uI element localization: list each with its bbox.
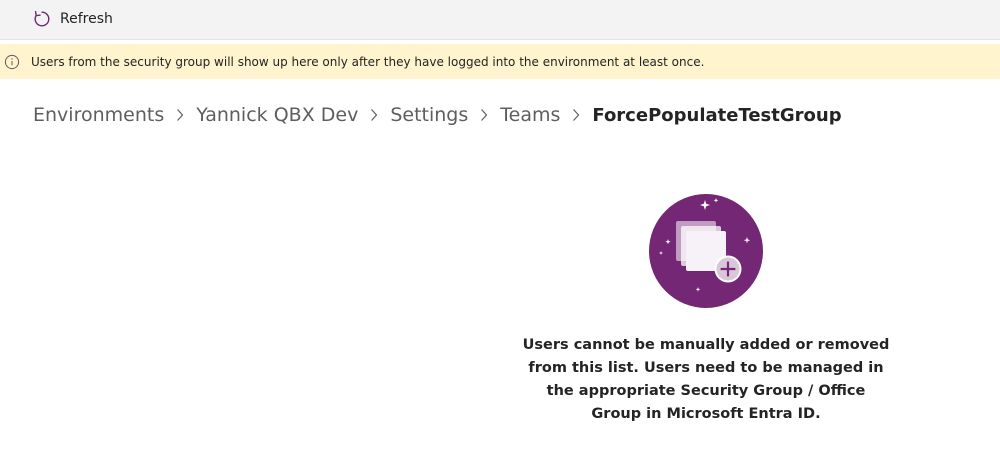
breadcrumb-environment-name[interactable]: Yannick QBX Dev — [196, 104, 358, 126]
info-message-text: Users from the security group will show … — [31, 54, 705, 69]
chevron-right-icon — [468, 101, 500, 129]
info-message-bar: Users from the security group will show … — [0, 44, 1000, 79]
chevron-right-icon — [358, 101, 390, 129]
command-bar: Refresh — [0, 0, 1000, 40]
empty-state-message: Users cannot be manually added or remove… — [522, 337, 890, 422]
add-users-illustration — [649, 194, 763, 308]
breadcrumb: Environments Yannick QBX Dev Settings Te… — [33, 101, 842, 129]
breadcrumb-environments[interactable]: Environments — [33, 104, 164, 126]
breadcrumb-settings[interactable]: Settings — [390, 104, 468, 126]
refresh-icon — [34, 10, 50, 27]
chevron-right-icon — [560, 101, 592, 129]
info-icon — [4, 54, 20, 69]
breadcrumb-teams[interactable]: Teams — [500, 104, 560, 126]
refresh-label: Refresh — [60, 11, 113, 27]
breadcrumb-current-team: ForcePopulateTestGroup — [592, 104, 842, 126]
chevron-right-icon — [164, 101, 196, 129]
refresh-button[interactable]: Refresh — [26, 6, 119, 32]
